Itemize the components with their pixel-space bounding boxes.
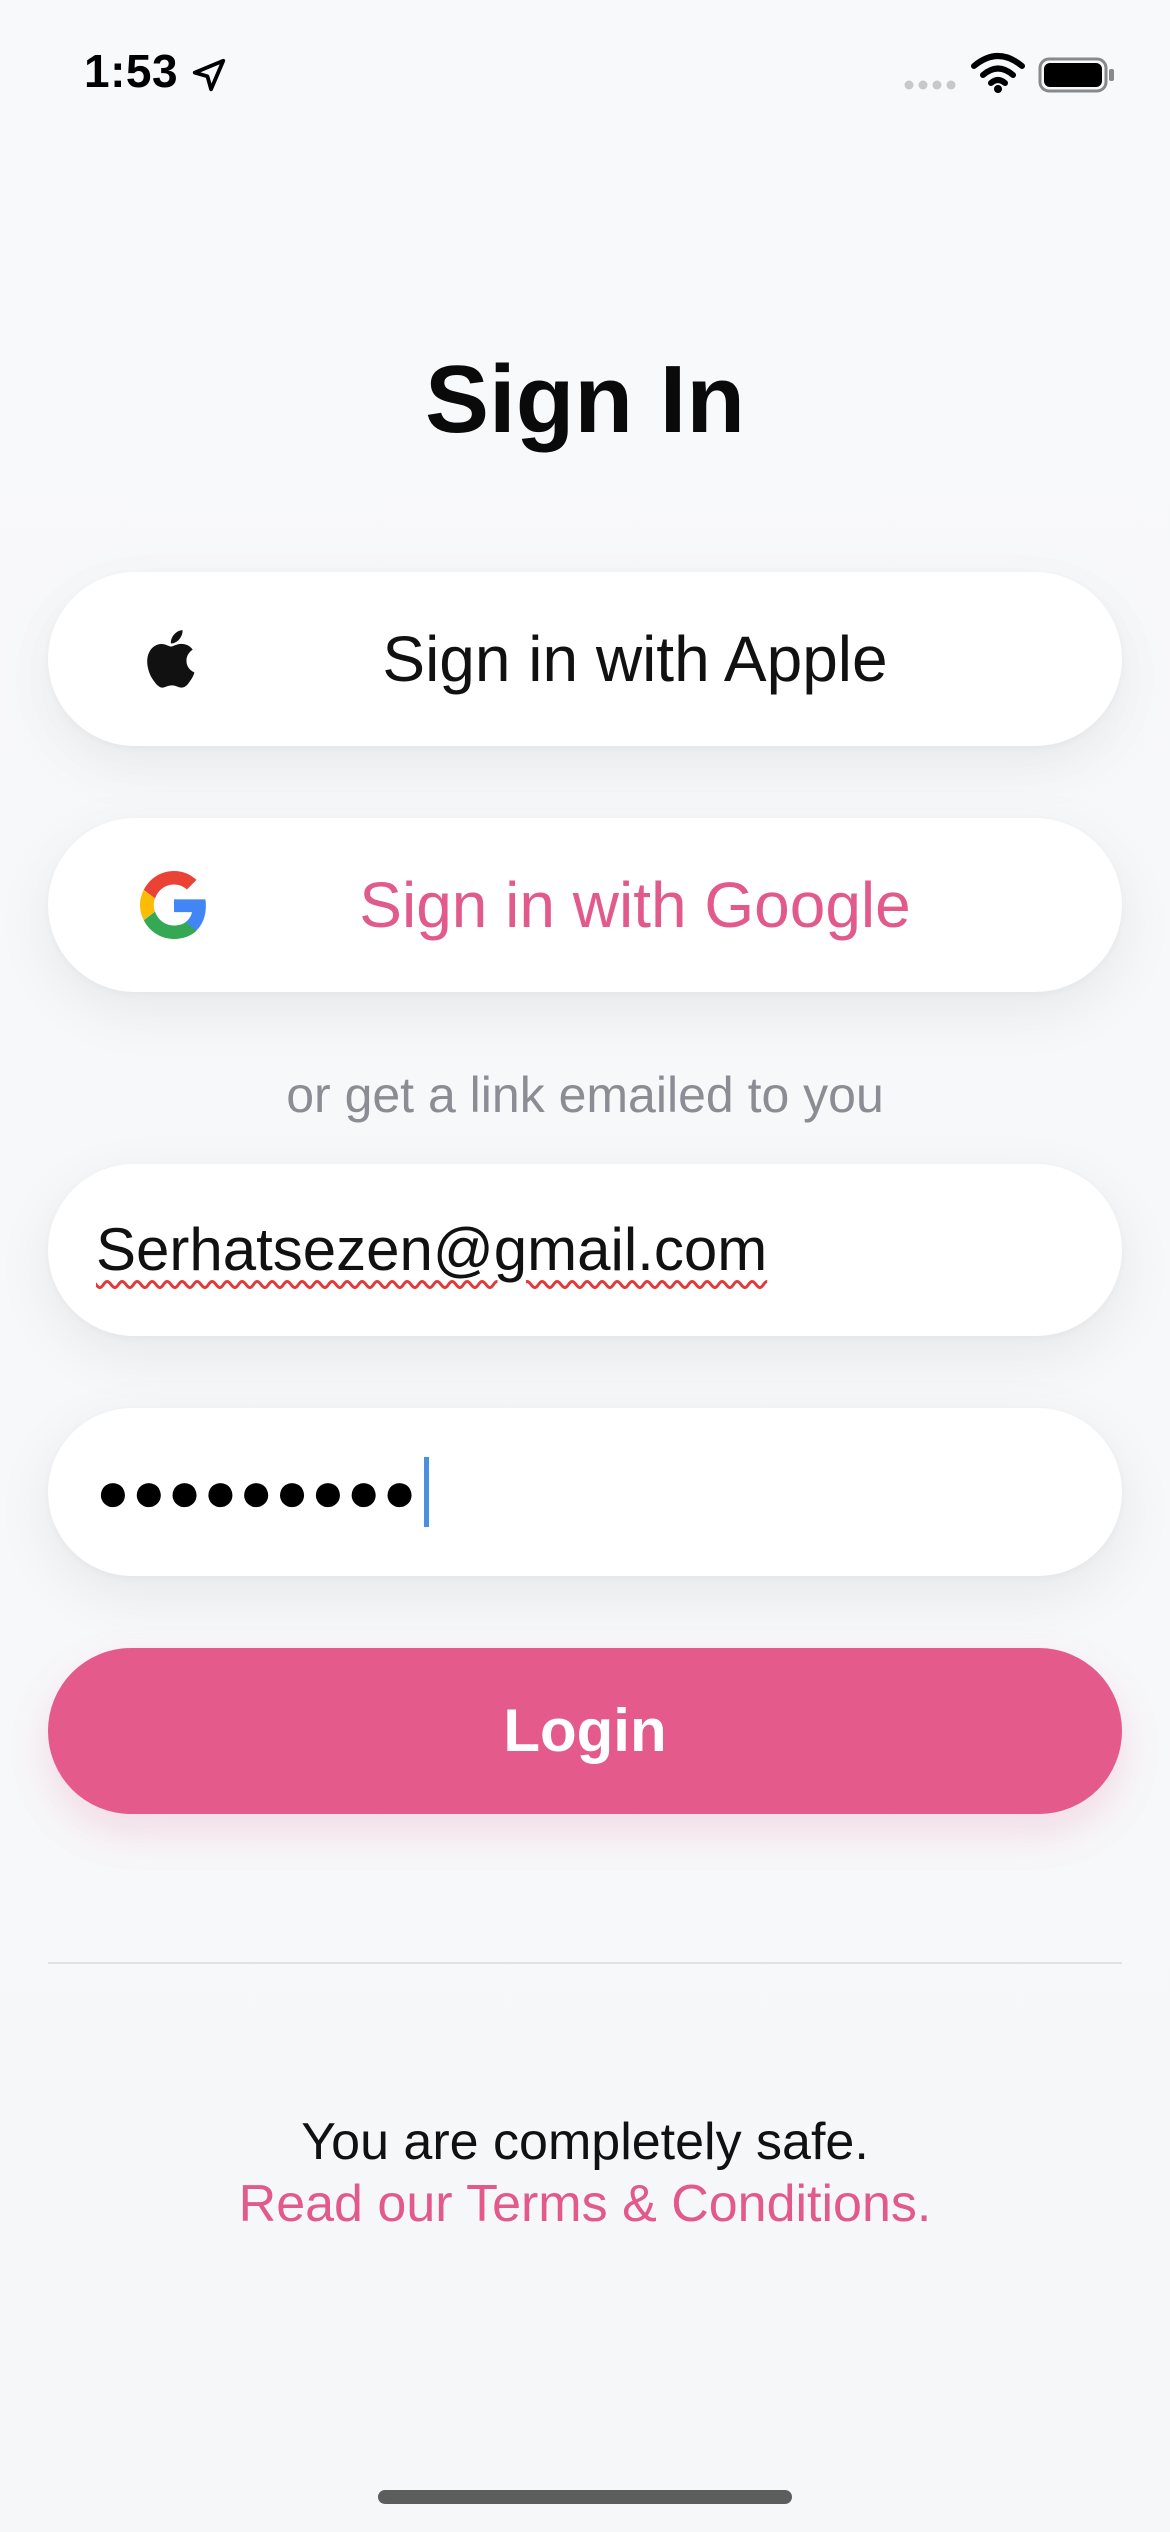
apple-button-label: Sign in with Apple bbox=[382, 623, 888, 695]
divider-line bbox=[48, 1962, 1122, 1964]
sign-in-screen: 1:53 Sign In Sign in with Apple Sign in … bbox=[0, 0, 1170, 2532]
cellular-signal-icon bbox=[904, 80, 956, 90]
safety-message: You are completely safe. bbox=[301, 2113, 869, 2171]
email-field[interactable]: Serhatsezen@gmail.com bbox=[48, 1164, 1122, 1336]
home-indicator[interactable] bbox=[378, 2490, 792, 2504]
email-input[interactable]: Serhatsezen@gmail.com bbox=[96, 1210, 1076, 1290]
status-time: 1:53 bbox=[84, 45, 179, 97]
sign-in-with-google-button[interactable]: Sign in with Google bbox=[48, 818, 1122, 992]
login-button[interactable]: Login bbox=[48, 1648, 1122, 1814]
password-input[interactable]: ●●●●●●●●● bbox=[96, 1452, 430, 1532]
email-value: Serhatsezen@gmail.com bbox=[96, 1216, 768, 1283]
terms-and-conditions-link[interactable]: Read our Terms & Conditions. bbox=[0, 2172, 1170, 2236]
text-caret bbox=[424, 1457, 430, 1527]
email-link-hint: or get a link emailed to you bbox=[286, 1067, 884, 1123]
password-masked-value: ●●●●●●●●● bbox=[96, 1460, 419, 1523]
password-field[interactable]: ●●●●●●●●● bbox=[48, 1408, 1122, 1576]
status-bar: 1:53 bbox=[0, 0, 1170, 150]
sign-in-with-apple-button[interactable]: Sign in with Apple bbox=[48, 572, 1122, 746]
page-title: Sign In bbox=[425, 346, 745, 453]
wifi-icon bbox=[971, 53, 1025, 93]
google-button-label: Sign in with Google bbox=[359, 869, 911, 941]
location-arrow-icon bbox=[192, 58, 226, 92]
battery-icon bbox=[1038, 57, 1114, 93]
